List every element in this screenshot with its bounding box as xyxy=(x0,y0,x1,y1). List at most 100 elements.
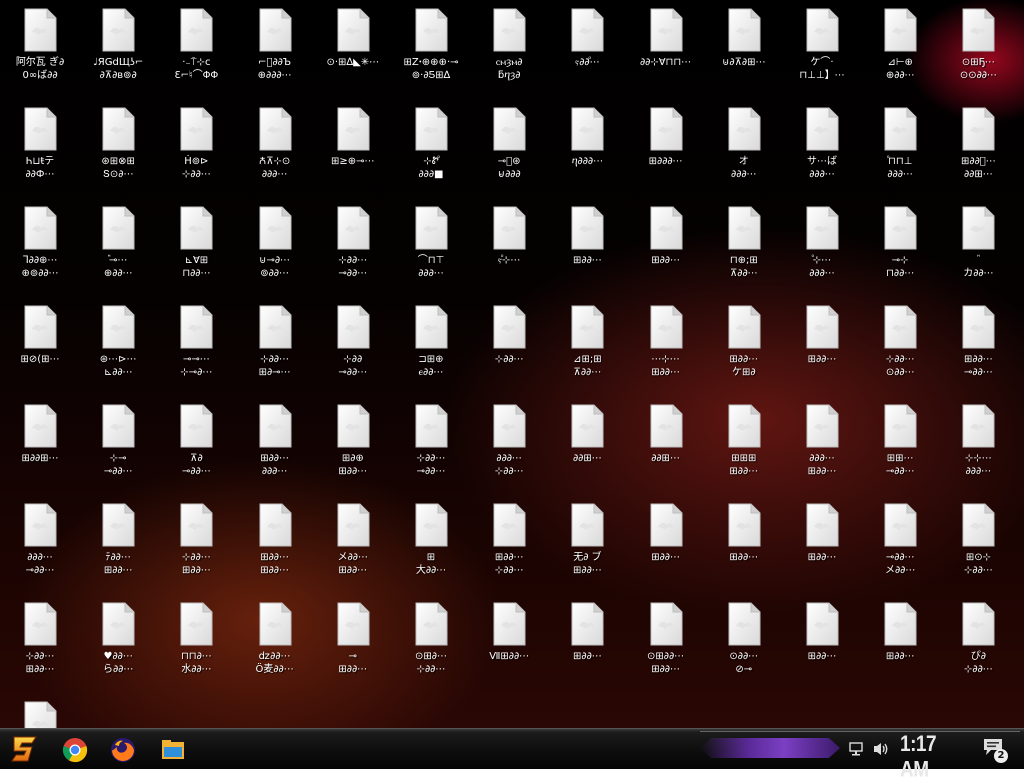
desktop-file-icon[interactable]: ⋯⊹⋯ ⊞∂∂⋯ xyxy=(628,297,704,385)
desktop-file-icon[interactable]: ⌒⊓⊤ ∂∂∂⋯ xyxy=(393,198,469,286)
desktop-file-icon[interactable]: ⊍∂⊼∂⊞⋯ xyxy=(706,0,782,88)
desktop-file-icon[interactable]: ⊹⊹⋯ ∂∂∂⋯ xyxy=(940,396,1016,484)
desktop-file-icon[interactable]: ⊞∂∂⋯ xyxy=(862,594,938,682)
firefox-icon[interactable] xyxy=(110,737,136,763)
desktop-file-icon[interactable]: ⊞⊞⋯ ⊸∂∂⋯ xyxy=(862,396,938,484)
desktop-file-icon[interactable]: 阿尔瓦 ぎ∂ 0∞ば∂∂ xyxy=(2,0,78,88)
chrome-icon[interactable] xyxy=(62,737,88,763)
desktop-file-icon[interactable]: ⊞⊙⊹ ⊹∂∂⋯ xyxy=(940,495,1016,583)
desktop-file-icon[interactable]: ⊹Ꮡⷪ ∂∂∂■ xyxy=(393,99,469,187)
desktop-file-icon[interactable]: ⊞∂∂⋯ xyxy=(628,198,704,286)
desktop-file-icon[interactable]: ⊞∂∂⋯ xyxy=(706,495,782,583)
desktop-file-icon[interactable]: ⊞∂⊕ ⊞∂∂⋯ xyxy=(315,396,391,484)
desktop-file-icon[interactable]: ⊹∂∂⋯ ⊞∂∂⋯ xyxy=(2,594,78,682)
desktop-file-icon[interactable]: ⊐⊞⊕ ⲉ∂∂⋯ xyxy=(393,297,469,385)
desktop-file-icon[interactable]: ∂∂⊞⋯ xyxy=(549,396,625,484)
desktop-file-icon[interactable]: 无∂ ブ ⊞∂∂⋯ xyxy=(549,495,625,583)
desktop-file-icon[interactable]: ⊙·⊞∆◣✳⋯ xyxy=(315,0,391,88)
desktop-file-icon[interactable]: ∂∂⊞⋯ xyxy=(628,396,704,484)
desktop-file-icon[interactable]: ⊞∂∂ⷪ⋯ ∂∂⊞⋯ xyxy=(940,99,1016,187)
desktop-file-icon[interactable]: ⊞∂∂⋯ xyxy=(549,198,625,286)
desktop-file-icon[interactable]: ⊞∂∂⋯ ⊞∂∂⋯ xyxy=(237,495,313,583)
desktop-file-icon[interactable]: ⊞∂∂∂⋯ xyxy=(628,99,704,187)
desktop-file-icon[interactable]: ⊞∂∂⋯ xyxy=(628,495,704,583)
desktop-file-icon[interactable]: ⊸ ⊞∂∂⋯ xyxy=(315,594,391,682)
desktop-file-icon[interactable]: ⊹∂∂⋯ ⊞∂∂⋯ xyxy=(158,495,234,583)
desktop-file-icon[interactable]: ⊓⊓∂⋯ 水∂∂⋯ xyxy=(158,594,234,682)
desktop-file-icon[interactable]: ⷩ⊸⋯ ⊕∂∂⋯ xyxy=(80,198,156,286)
desktop-file-icon[interactable]: ⊹⊸ ⊸∂∂⋯ xyxy=(80,396,156,484)
desktop-file-icon[interactable]: ⊞Zꞏ⊕⊕⊕·⊸ ⊚·∂Ƽ⊞∆ xyxy=(393,0,469,88)
desktop-file-icon[interactable]: ⊹∂∂⋯ ⊙∂∂⋯ xyxy=(862,297,938,385)
desktop-file-icon[interactable]: ⊞∂∂⋯ xyxy=(784,495,860,583)
desktop-file-icon[interactable]: ⊓⊕;⊞ ⊼∂∂⋯ xyxy=(706,198,782,286)
desktop-file-icon[interactable]: ⊞∂∂⋯ ⊹∂∂⋯ xyxy=(471,495,547,583)
desktop-file-icon[interactable]: ♩ЯǤdЩʖ⌐ ∂⊼∂в⊚∂ xyxy=(80,0,156,88)
desktop-file-icon[interactable]: ⊞∂∂⋯ ⊸∂∂⋯ xyxy=(940,297,1016,385)
desktop-file-icon[interactable]: ⊹∂∂⋯ ⊸∂∂⋯ xyxy=(393,396,469,484)
desktop-file-icon[interactable]: ⊹∂∂ ⊸∂∂⋯ xyxy=(315,297,391,385)
desktop-file-icon[interactable]: ⊸∂∂⋯ メ∂∂⋯ xyxy=(862,495,938,583)
desktop-file-icon[interactable]: ⊹∂∂⋯ ⊞∂⊸⋯ xyxy=(237,297,313,385)
desktop-file-icon[interactable]: ﾃ∂∂⋯ ⊞∂∂⋯ xyxy=(80,495,156,583)
desktop-file-icon[interactable]: ⊞∂∂⋯ xyxy=(784,594,860,682)
desktop-file-icon[interactable]: ⲥⲙȝⲙ∂ ƃⴄȝ∂ xyxy=(471,0,547,88)
network-icon[interactable] xyxy=(848,741,864,757)
desktop-file-icon[interactable]: ⊞⊞⊞ ⊞∂∂⋯ xyxy=(706,396,782,484)
desktop-file-icon[interactable]: ⴄ∂∂∂⋯ xyxy=(549,99,625,187)
desktop-file-icon[interactable]: ∂∂∂⋯ ⊹∂∂⋯ xyxy=(471,396,547,484)
desktop-file-icon[interactable]: ⊞⊘(⊞⋯ xyxy=(2,297,78,385)
desktop-file-icon[interactable]: ⊞≥⊕⊸⋯ xyxy=(315,99,391,187)
file-manager-icon[interactable] xyxy=(160,737,186,763)
desktop-file-icon[interactable]: オ ∂∂∂⋯ xyxy=(706,99,782,187)
desktop-file-icon[interactable]: Ꙉ⊼⊹⊙ ∂∂∂⋯ xyxy=(237,99,313,187)
desktop-file-icon[interactable]: サ⋯ば ∂∂∂⋯ xyxy=(784,99,860,187)
desktop-file-icon[interactable]: ⊙⊞∂⋯ ⊹∂∂⋯ xyxy=(393,594,469,682)
desktop-file-icon[interactable]: ⲋⷪ⊹⋯ xyxy=(471,198,547,286)
desktop-file-icon[interactable]: ⊸⊸⋯ ⊹⊸∂⋯ xyxy=(158,297,234,385)
desktop-file-icon[interactable]: ⊞∂∂⋯ xyxy=(549,594,625,682)
desktop-file-icon[interactable]: ⊞∂∂⊞⋯ xyxy=(2,396,78,484)
desktop-file-icon[interactable]: ∂∂⊹Ɐ⊓⊓⋯ xyxy=(628,0,704,88)
start-button[interactable] xyxy=(8,733,42,765)
desktop-file-icon[interactable]: ⲋ∂∂ⷪ⋯ xyxy=(549,0,625,88)
desktop-file-icon[interactable]: メ∂∂⋯ ⊞∂∂⋯ xyxy=(315,495,391,583)
desktop-file-icon[interactable]: ⊹∂∂⋯ xyxy=(471,297,547,385)
desktop-file-icon[interactable]: ⊸ⷣ⊛ ⊌∂∂∂ xyxy=(471,99,547,187)
desktop-file-icon[interactable]: ⊼∂ ⊸∂∂⋯ xyxy=(158,396,234,484)
desktop-file-icon[interactable]: ⊛⊞⊗⊞ Տ⊙∂⋯ xyxy=(80,99,156,187)
desktop-file-icon[interactable]: ⊍⊸∂⋯ ⊚∂∂⋯ xyxy=(237,198,313,286)
notification-center-button[interactable]: 2 xyxy=(982,737,1008,763)
desktop-file-icon[interactable]: ⊹∂∂⋯ ⊸∂∂⋯ xyxy=(315,198,391,286)
desktop-file-icon[interactable]: Һ⊔ŧテ ∂∂Ф⋯ xyxy=(2,99,78,187)
desktop-file-icon[interactable]: ♥∂∂⋯ ら∂∂⋯ xyxy=(80,594,156,682)
desktop-file-icon[interactable]: ⊸⊹ ⊓∂∂⋯ xyxy=(862,198,938,286)
desktop-file-icon[interactable]: ⊛⋯⊳⋯ ⊾∂∂⋯ xyxy=(80,297,156,385)
volume-icon[interactable] xyxy=(872,741,890,757)
desktop-file-icon[interactable]: ⊙⊞∂∂⋯ ⊞∂∂⋯ xyxy=(628,594,704,682)
desktop-file-icon[interactable]: ⊙⊞Ҕ⋯ ⊙⊙∂∂⋯ xyxy=(940,0,1016,88)
desktop-file-icon[interactable]: ·₋⍑⊹c Ɛ⌐♮⌒ΦΦ xyxy=(158,0,234,88)
desktop-file-icon[interactable]: ǳ∂∂⋯ Ö麦∂∂⋯ xyxy=(237,594,313,682)
desktop-file-icon[interactable]: ⊞∂∂⋯ ⊞∂∂⋯ xyxy=(2,693,78,728)
desktop-file-icon[interactable]: Ḣ⊚⊳ ⊹∂∂⋯ xyxy=(158,99,234,187)
desktop-file-icon[interactable]: ⊿⊞;⊞ ⊼∂∂⋯ xyxy=(549,297,625,385)
desktop-file-icon[interactable]: ⊾Ɐ⊞ ⊓∂∂⋯ xyxy=(158,198,234,286)
desktop-file-icon[interactable]: ᒣ∂∂⊕⋯ ⊕⊚∂∂⋯ xyxy=(2,198,78,286)
desktop-file-icon[interactable]: ⊞∂∂⋯ ∂∂∂⋯ xyxy=(237,396,313,484)
desktop-file-icon[interactable]: ⊿⊢⊕ ⊕∂∂⋯ xyxy=(862,0,938,88)
desktop-file-icon[interactable]: ⊞∂∂⋯ ケ⊞∂ xyxy=(706,297,782,385)
desktop-file-icon[interactable]: ⌐ⷧ∂∂Ъ ⊕∂∂∂⋯ xyxy=(237,0,313,88)
desktop-file-icon[interactable]: ケ⌒· ⊓⊥⊥】⋯ xyxy=(784,0,860,88)
desktop-file-icon[interactable]: ∂∂∂⋯ ⊸∂∂⋯ xyxy=(2,495,78,583)
desktop-file-icon[interactable]: ⷪⷩ⊹⋯ ∂∂∂⋯ xyxy=(784,198,860,286)
desktop-file-icon[interactable]: Ⅶ⊞∂∂⋯ xyxy=(471,594,547,682)
taskbar-clock[interactable]: 1:17 AM xyxy=(900,733,962,783)
desktop-file-icon[interactable]: ⊞∂∂⋯ xyxy=(784,297,860,385)
desktop-file-icon[interactable]: ⷪ⊓⊓⊥ ∂∂∂⋯ xyxy=(862,99,938,187)
desktop-file-icon[interactable]: ⷩⷪ カ∂∂⋯ xyxy=(940,198,1016,286)
desktop-file-icon[interactable]: ぴ∂ ⊹∂∂⋯ xyxy=(940,594,1016,682)
desktop-file-icon[interactable]: ∂∂∂⋯ ⊞∂∂⋯ xyxy=(784,396,860,484)
desktop-file-icon[interactable]: ⊞ 大∂∂⋯ xyxy=(393,495,469,583)
desktop-file-icon[interactable]: ⊙∂∂⋯ ⊘⊸ xyxy=(706,594,782,682)
